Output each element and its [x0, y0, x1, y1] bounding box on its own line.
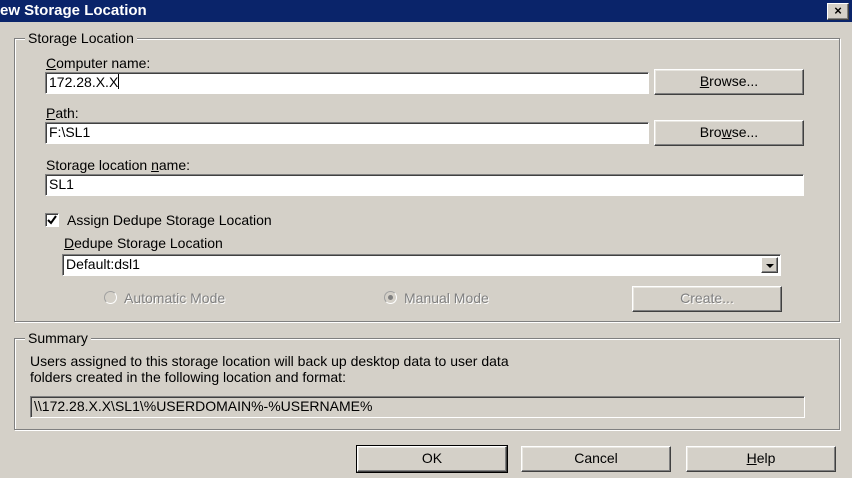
cancel-button[interactable]: Cancel — [521, 446, 671, 472]
automatic-mode-radio[interactable] — [104, 291, 117, 304]
location-name-input[interactable]: SL1 — [45, 174, 804, 196]
summary-path-value: \\172.28.X.X\SL1\%USERDOMAIN%-%USERNAME% — [34, 398, 373, 414]
path-browse-button[interactable]: Browse... — [654, 120, 804, 146]
computer-browse-button[interactable]: Browse... — [654, 69, 804, 95]
text-caret — [118, 74, 120, 89]
location-name-label: Storage location name: — [46, 157, 190, 173]
assign-dedupe-label[interactable]: Assign Dedupe Storage Location — [67, 212, 272, 228]
summary-group-label: Summary — [25, 329, 91, 347]
dedupe-location-selected: Default:dsl1 — [66, 256, 140, 272]
location-name-value: SL1 — [49, 176, 74, 192]
create-button[interactable]: Create... — [632, 286, 782, 312]
title-bar: ew Storage Location × — [0, 0, 852, 22]
computer-name-label: Computer name: — [46, 55, 151, 71]
chevron-down-icon[interactable] — [761, 257, 778, 273]
summary-text-line2: folders created in the following locatio… — [30, 369, 346, 385]
summary-path-field: \\172.28.X.X\SL1\%USERDOMAIN%-%USERNAME% — [30, 396, 805, 418]
manual-mode-label[interactable]: Manual Mode — [404, 290, 489, 306]
path-value: F:\SL1 — [49, 124, 91, 140]
checkmark-icon — [47, 215, 57, 225]
path-input[interactable]: F:\SL1 — [45, 122, 649, 144]
path-label: Path: — [46, 105, 79, 121]
computer-name-input[interactable]: 172.28.X.X — [45, 72, 649, 94]
close-icon: × — [834, 3, 842, 18]
computer-name-value: 172.28.X.X — [49, 74, 119, 90]
close-button[interactable]: × — [827, 3, 849, 20]
window-title: ew Storage Location — [0, 2, 147, 19]
help-button[interactable]: Help — [686, 446, 836, 472]
ok-button[interactable]: OK — [356, 445, 508, 473]
manual-mode-radio[interactable] — [384, 291, 397, 304]
assign-dedupe-checkbox[interactable] — [45, 213, 59, 227]
dedupe-location-dropdown[interactable]: Default:dsl1 — [62, 254, 781, 276]
summary-text-line1: Users assigned to this storage location … — [30, 353, 509, 369]
dedupe-location-label: Dedupe Storage Location — [64, 235, 223, 251]
automatic-mode-label[interactable]: Automatic Mode — [124, 290, 225, 306]
storage-location-group-label: Storage Location — [25, 29, 137, 47]
